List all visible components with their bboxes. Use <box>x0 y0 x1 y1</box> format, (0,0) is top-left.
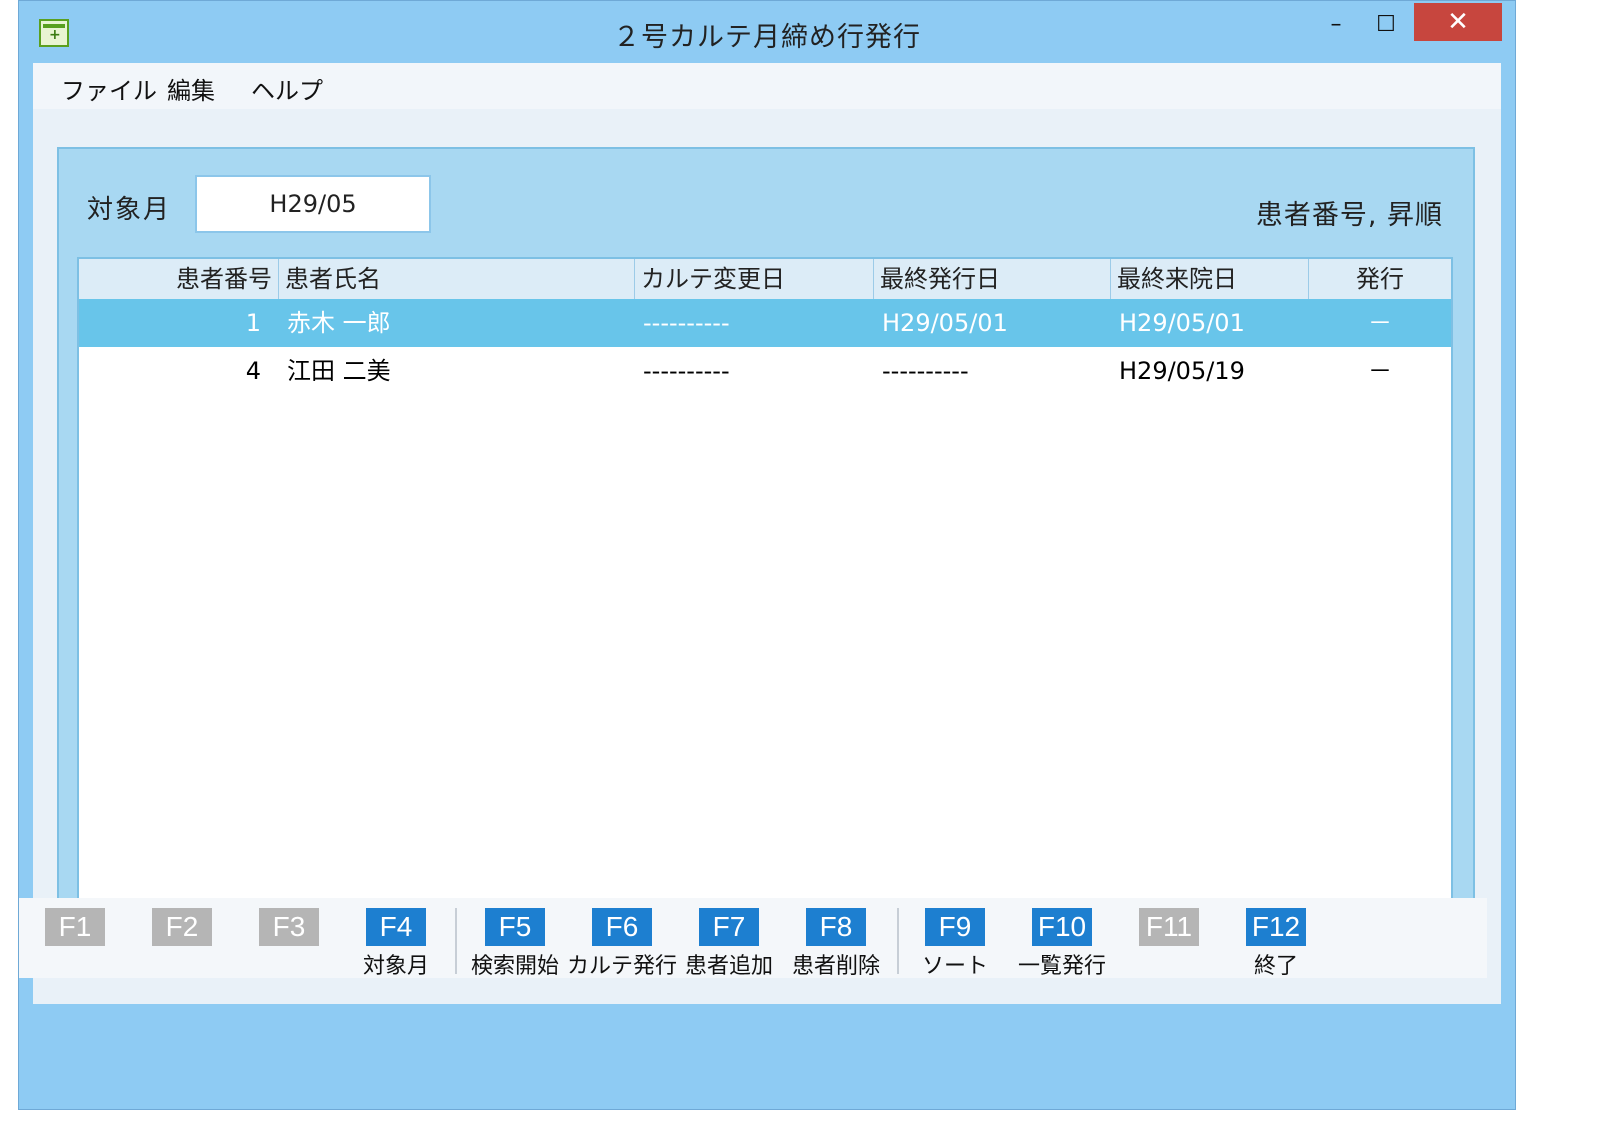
table-row[interactable]: 1 赤木 一郎 ---------- H29/05/01 H29/05/01 － <box>79 299 1451 347</box>
sort-status: 患者番号, 昇順 <box>1255 200 1443 231</box>
col-patient-number[interactable]: 患者番号 <box>79 259 279 299</box>
f3-key: F3 <box>259 908 319 946</box>
menu-file[interactable]: ファイル <box>61 71 157 106</box>
cell-chart-changed: ---------- <box>643 309 730 337</box>
col-last-issued[interactable]: 最終発行日 <box>874 259 1111 299</box>
maximize-button[interactable]: ☐ <box>1364 5 1408 43</box>
patient-grid[interactable]: 患者番号 患者氏名 カルテ変更日 最終発行日 最終来院日 発行 1 赤木 一郎 … <box>77 257 1453 949</box>
title-bar[interactable]: ２号カルテ月締め行発行 – ☐ ✕ <box>19 1 1515 61</box>
table-row[interactable]: 4 江田 二美 ---------- ---------- H29/05/19 … <box>79 347 1451 395</box>
target-month-label: 対象月 <box>87 195 172 225</box>
f2-key: F2 <box>152 908 212 946</box>
cell-patient-number: 1 <box>245 309 261 337</box>
grid-header: 患者番号 患者氏名 カルテ変更日 最終発行日 最終来院日 発行 <box>79 259 1451 300</box>
function-key-bar: F1 F2 F3 F4 対象月 F5 検索開始 F6 カルテ発行 F7 患者追加… <box>19 898 1487 979</box>
client-area: 対象月 H29/05 患者番号, 昇順 患者番号 患者氏名 カルテ変更日 最終発… <box>33 109 1501 1004</box>
cell-last-visit: H29/05/19 <box>1119 357 1245 385</box>
col-patient-name[interactable]: 患者氏名 <box>279 259 635 299</box>
f8-delete-patient-button[interactable]: F8 <box>806 908 866 946</box>
f6-label: カルテ発行 <box>567 954 678 979</box>
col-issue[interactable]: 発行 <box>1309 259 1451 299</box>
menu-bar: ファイル 編集 ヘルプ <box>33 63 1501 109</box>
f6-issue-chart-button[interactable]: F6 <box>592 908 652 946</box>
minimize-button[interactable]: – <box>1314 5 1358 43</box>
close-button[interactable]: ✕ <box>1414 3 1502 41</box>
f1-key: F1 <box>45 908 105 946</box>
cell-last-visit: H29/05/01 <box>1119 309 1245 337</box>
f12-exit-button[interactable]: F12 <box>1246 908 1306 946</box>
f10-list-issue-button[interactable]: F10 <box>1032 908 1092 946</box>
cell-chart-changed: ---------- <box>643 357 730 385</box>
f4-label: 対象月 <box>362 954 429 979</box>
app-window: ２号カルテ月締め行発行 – ☐ ✕ ファイル 編集 ヘルプ 対象月 H29/05… <box>18 0 1516 1110</box>
cell-issue: － <box>1368 309 1392 337</box>
menu-edit[interactable]: 編集 <box>167 71 215 106</box>
main-panel: 対象月 H29/05 患者番号, 昇順 患者番号 患者氏名 カルテ変更日 最終発… <box>57 147 1475 973</box>
f4-target-month-button[interactable]: F4 <box>366 908 426 946</box>
f11-key: F11 <box>1139 908 1199 946</box>
cell-patient-name: 江田 二美 <box>287 357 391 385</box>
f5-search-button[interactable]: F5 <box>485 908 545 946</box>
f8-label: 患者削除 <box>791 954 880 979</box>
cell-last-issued: ---------- <box>882 357 969 385</box>
cell-patient-number: 4 <box>245 357 261 385</box>
f10-label: 一覧発行 <box>1017 954 1106 979</box>
f9-sort-button[interactable]: F9 <box>925 908 985 946</box>
f12-label: 終了 <box>1253 954 1298 979</box>
col-last-visit[interactable]: 最終来院日 <box>1111 259 1309 299</box>
target-month-field[interactable]: H29/05 <box>195 175 431 233</box>
separator <box>455 908 457 974</box>
menu-help[interactable]: ヘルプ <box>251 71 323 106</box>
f9-label: ソート <box>921 954 988 979</box>
cell-last-issued: H29/05/01 <box>882 309 1008 337</box>
cell-patient-name: 赤木 一郎 <box>287 309 391 337</box>
window-title: ２号カルテ月締め行発行 <box>613 22 921 53</box>
f7-label: 患者追加 <box>684 954 773 979</box>
col-chart-changed[interactable]: カルテ変更日 <box>635 259 874 299</box>
f7-add-patient-button[interactable]: F7 <box>699 908 759 946</box>
separator <box>897 908 899 974</box>
cell-issue: － <box>1368 357 1392 385</box>
f5-label: 検索開始 <box>470 954 559 979</box>
